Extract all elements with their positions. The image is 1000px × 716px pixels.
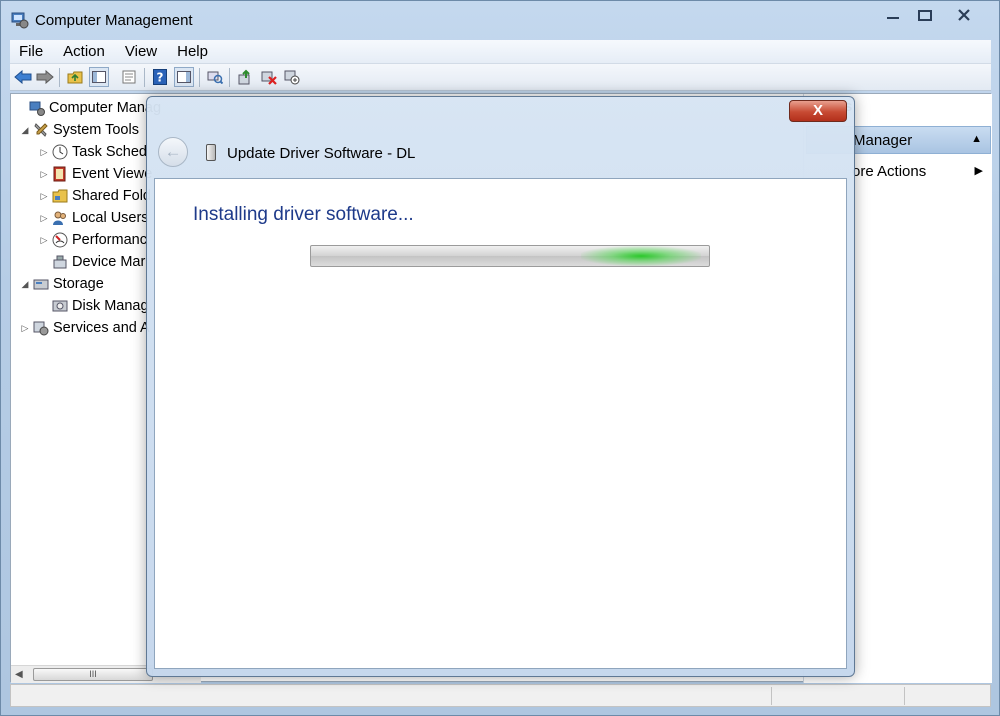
back-button[interactable] xyxy=(13,67,33,87)
uninstall-icon xyxy=(261,71,277,85)
collapsed-arrow-icon[interactable]: ▷ xyxy=(38,235,50,246)
tree-item-storage[interactable]: ◢ Storage xyxy=(19,273,104,295)
properties-button[interactable] xyxy=(119,67,139,87)
tree-item-local-users[interactable]: ▷ Local Users xyxy=(38,207,149,229)
tree-item-performance[interactable]: ▷ Performanc xyxy=(38,229,147,251)
tree-item-task-scheduler[interactable]: ▷ Task Sched xyxy=(38,141,147,163)
dialog-close-button[interactable]: X xyxy=(789,100,847,122)
tree-item-computer-management[interactable]: Computer Manag xyxy=(15,97,161,119)
users-icon xyxy=(53,211,66,225)
computer-management-icon xyxy=(29,101,45,116)
disk-icon xyxy=(52,300,68,312)
close-icon xyxy=(958,9,970,21)
storage-icon xyxy=(33,279,49,290)
tree-item-device-manager[interactable]: Device Mar xyxy=(38,251,145,273)
dialog-title: Update Driver Software - DL xyxy=(227,145,416,162)
event-viewer-icon xyxy=(53,166,66,182)
toolbar: ? xyxy=(10,64,991,91)
help-button[interactable]: ? xyxy=(150,67,170,87)
services-icon xyxy=(33,321,49,336)
collapsed-arrow-icon[interactable]: ▷ xyxy=(38,147,50,158)
show-hide-tree-button[interactable] xyxy=(89,67,109,87)
tree-item-services-and-applications[interactable]: ▷ Services and A xyxy=(19,317,150,339)
tree-item-disk-management[interactable]: Disk Manag xyxy=(38,295,149,317)
collapsed-arrow-icon[interactable]: ▷ xyxy=(38,191,50,202)
progress-bar xyxy=(310,245,710,267)
help-icon: ? xyxy=(153,69,167,85)
menu-file[interactable]: File xyxy=(10,43,54,60)
clock-icon xyxy=(52,144,68,160)
dialog-body: Installing driver software... xyxy=(154,178,847,669)
scroll-left-arrow-icon[interactable]: ◀ xyxy=(15,669,23,680)
close-button[interactable] xyxy=(943,5,985,25)
back-arrow-icon xyxy=(14,70,32,84)
folder-up-icon xyxy=(67,71,83,84)
computer-management-icon xyxy=(11,12,29,29)
console-tree-icon xyxy=(92,71,106,83)
uninstall-device-button[interactable] xyxy=(259,67,279,87)
update-driver-dialog: X ← Update Driver Software - DL Installi… xyxy=(146,96,855,677)
menu-help[interactable]: Help xyxy=(168,43,219,60)
menu-view[interactable]: View xyxy=(116,43,168,60)
tools-icon xyxy=(34,123,48,137)
installing-heading: Installing driver software... xyxy=(193,204,414,225)
collapsed-arrow-icon[interactable]: ▷ xyxy=(19,323,31,334)
update-driver-button[interactable] xyxy=(235,67,255,87)
tree-item-system-tools[interactable]: ◢ System Tools xyxy=(19,119,139,141)
device-manager-icon xyxy=(53,255,67,269)
minimize-icon xyxy=(887,17,899,19)
title-bar[interactable]: Computer Management xyxy=(1,1,1000,37)
update-driver-icon xyxy=(238,69,250,85)
up-one-level-button[interactable] xyxy=(65,67,85,87)
tree-item-event-viewer[interactable]: ▷ Event Viewe xyxy=(38,163,153,185)
show-hide-action-pane-button[interactable] xyxy=(174,67,194,87)
submenu-arrow-icon: ▶ xyxy=(974,165,983,177)
action-pane-icon xyxy=(177,71,191,83)
back-arrow-icon[interactable]: ← xyxy=(158,137,188,167)
disable-device-icon xyxy=(284,70,300,85)
expanded-arrow-icon[interactable]: ◢ xyxy=(19,125,31,136)
properties-icon xyxy=(122,70,136,84)
disable-device-button[interactable] xyxy=(282,67,302,87)
scroll-thumb[interactable]: III xyxy=(33,668,153,681)
collapsed-arrow-icon[interactable]: ▷ xyxy=(38,169,50,180)
svg-text:?: ? xyxy=(157,71,164,85)
restore-icon xyxy=(918,10,932,21)
menu-action[interactable]: Action xyxy=(54,43,116,60)
forward-button[interactable] xyxy=(35,67,55,87)
usb-device-icon xyxy=(206,144,216,161)
tree-item-shared-folders[interactable]: ▷ Shared Fold xyxy=(38,185,151,207)
collapse-triangle-icon: ▲ xyxy=(971,133,982,145)
shared-folder-icon xyxy=(52,189,68,203)
maximize-button[interactable] xyxy=(911,5,939,25)
minimize-button[interactable] xyxy=(879,5,907,25)
status-bar xyxy=(10,684,991,707)
expanded-arrow-icon[interactable]: ◢ xyxy=(19,279,31,290)
menu-bar: File Action View Help xyxy=(10,40,991,64)
scan-hardware-icon xyxy=(207,71,223,84)
collapsed-arrow-icon[interactable]: ▷ xyxy=(38,213,50,224)
progress-marquee xyxy=(581,246,701,266)
performance-icon xyxy=(52,232,68,248)
window-title: Computer Management xyxy=(35,12,193,29)
scan-hardware-button[interactable] xyxy=(205,67,225,87)
forward-arrow-icon xyxy=(36,70,54,84)
